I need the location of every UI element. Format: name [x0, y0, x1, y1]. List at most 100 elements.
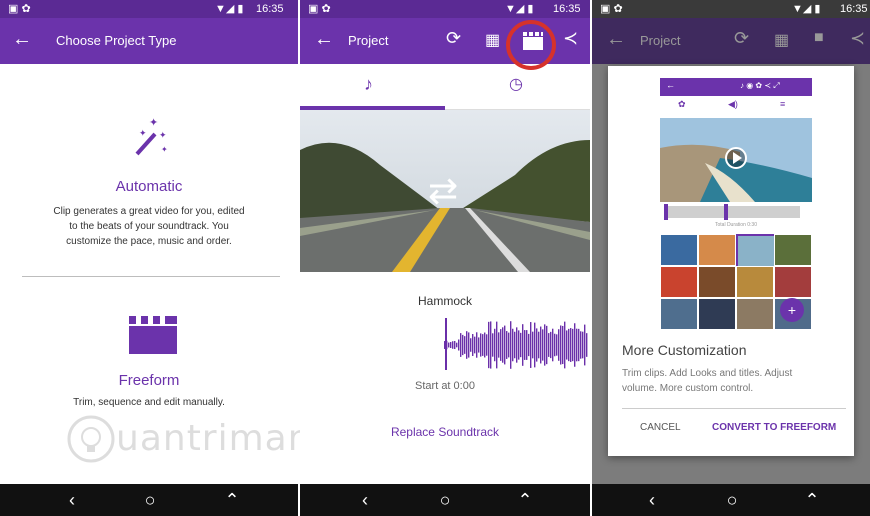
waveform-bar [486, 334, 488, 356]
lightbulb-icon [67, 415, 115, 463]
magic-wand-icon: ✦ ✦ ✦ ✦ [135, 117, 168, 156]
divider [22, 276, 280, 277]
tab-music[interactable]: ♪ [300, 64, 445, 110]
waveform-bar [508, 332, 510, 358]
convert-to-freeform-button[interactable]: CONVERT TO FREEFORM [712, 422, 836, 433]
waveform-bar [480, 333, 482, 357]
waveform-bar [538, 331, 540, 359]
automatic-desc-line-1: Clip generates a great video for you, ed… [53, 206, 245, 217]
nav-recents-button[interactable]: ⌃ [505, 484, 545, 516]
waveform-bar [520, 332, 522, 358]
waveform-bar [528, 333, 530, 357]
volume-icon: ◀) [728, 99, 738, 109]
tutorial-app-bar: ← ♪ ◉ ✿ ≺ ⤢ [660, 78, 812, 96]
waveform-bar [514, 331, 516, 359]
dialog-body-line-2: volume. More custom control. [622, 383, 754, 394]
nav-home-button[interactable]: ○ [130, 484, 170, 516]
photo-thumb [736, 266, 774, 298]
status-time: 16:35 [256, 3, 284, 15]
cancel-button[interactable]: CANCEL [640, 422, 681, 433]
waveform-bar [524, 330, 526, 360]
waveform-bar [550, 331, 552, 359]
share-icon[interactable]: ≺ [563, 28, 578, 49]
storyboard-grid-icon: ▦ [774, 32, 790, 49]
photo-thumb [698, 266, 736, 298]
photo-thumb [774, 234, 812, 266]
nav-bar: ‹ ○ ⌃ [592, 484, 870, 516]
waveform-bar [582, 331, 584, 359]
status-time: 16:35 [553, 3, 581, 15]
replace-soundtrack-link[interactable]: Replace Soundtrack [300, 425, 590, 439]
nav-home-button[interactable]: ○ [425, 484, 465, 516]
waveform-bar [554, 333, 556, 357]
add-fab-icon: + [780, 298, 804, 322]
highlight-circle [506, 20, 556, 70]
waveform-bar [568, 328, 570, 362]
waveform-bar [504, 325, 506, 365]
automatic-option[interactable]: ✦ ✦ ✦ ✦ Automatic Clip generates a great… [0, 100, 298, 270]
shuffle-icon[interactable]: ⇄ [428, 170, 458, 212]
waveform-bar [502, 327, 504, 363]
waveform-bar [566, 330, 568, 360]
storyboard-grid-icon[interactable]: ▦ [485, 30, 500, 50]
automatic-title: Automatic [115, 178, 183, 195]
nav-recents-button[interactable]: ⌃ [792, 484, 832, 516]
nav-home-button[interactable]: ○ [712, 484, 752, 516]
status-bar: ▣ ✿ ▼◢ ▮ 16:35 [300, 0, 590, 18]
clock-icon: ◷ [509, 76, 523, 93]
waveform-bar [556, 334, 558, 356]
svg-text:✦: ✦ [161, 145, 168, 154]
waveform-bar [470, 338, 472, 352]
clapperboard-icon [129, 316, 177, 354]
app-bar: ← Project ⟳ ▦ ■ ≺ [592, 18, 870, 64]
playhead[interactable] [445, 318, 447, 370]
nav-back-button[interactable]: ‹ [52, 484, 92, 516]
photo-thumb [660, 266, 698, 298]
tutorial-trim-bar [664, 204, 800, 220]
waveform-bar [450, 342, 452, 348]
freeform-option[interactable]: Freeform Trim, sequence and edit manuall… [0, 300, 298, 420]
waveform-bar [474, 336, 476, 354]
automatic-desc-line-2: to the beats of your soundtrack. You [69, 221, 229, 232]
waveform-bar [500, 329, 502, 361]
waveform-bar [544, 324, 546, 366]
waveform-bar [574, 323, 576, 367]
nav-back-button[interactable]: ‹ [345, 484, 385, 516]
refresh-icon[interactable]: ⟳ [446, 28, 461, 49]
notification-icon: ▣ ✿ [600, 3, 623, 15]
waveform-bar [548, 333, 550, 357]
back-arrow-icon[interactable]: ← [12, 28, 32, 51]
refresh-icon: ⟳ [734, 28, 750, 48]
trim-handle-left [664, 204, 668, 220]
waveform-bar [526, 330, 528, 360]
waveform-bar [572, 328, 574, 362]
waveform-bar [472, 334, 474, 356]
waveform-bar [512, 328, 514, 362]
waveform-bar [546, 325, 548, 365]
nav-back-button[interactable]: ‹ [632, 484, 672, 516]
page-title: Choose Project Type [56, 33, 177, 48]
back-arrow-icon[interactable]: ← [314, 28, 334, 51]
nav-bar: ‹ ○ ⌃ [300, 484, 590, 516]
waveform[interactable] [440, 320, 590, 370]
back-arrow-icon: ← [666, 80, 675, 90]
clapperboard-icon: ■ [814, 29, 824, 46]
nav-recents-button[interactable]: ⌃ [212, 484, 252, 516]
waveform-bar [488, 321, 490, 369]
waveform-bar [468, 332, 470, 358]
signal-icon: ▼◢ ▮ [215, 3, 244, 15]
waveform-bar [462, 334, 464, 356]
waveform-bar [522, 324, 524, 366]
tab-pace[interactable]: ◷ [445, 64, 590, 110]
photo-thumb [698, 234, 736, 266]
waveform-bar [454, 340, 456, 350]
status-time: 16:35 [840, 3, 868, 15]
svg-text:✦: ✦ [149, 117, 158, 129]
freeform-desc: Trim, sequence and edit manually. [73, 397, 225, 408]
waveform-bar [492, 333, 494, 357]
waveform-bar [466, 331, 468, 359]
waveform-bar [552, 328, 554, 362]
nav-bar: ‹ ○ ⌃ [0, 484, 298, 516]
screen-more-customization: ▣ ✿ ▼◢ ▮ 16:35 ← Project ⟳ ▦ ■ ≺ ← ♪ ◉ ✿… [592, 0, 870, 516]
page-title: Project [348, 33, 389, 48]
